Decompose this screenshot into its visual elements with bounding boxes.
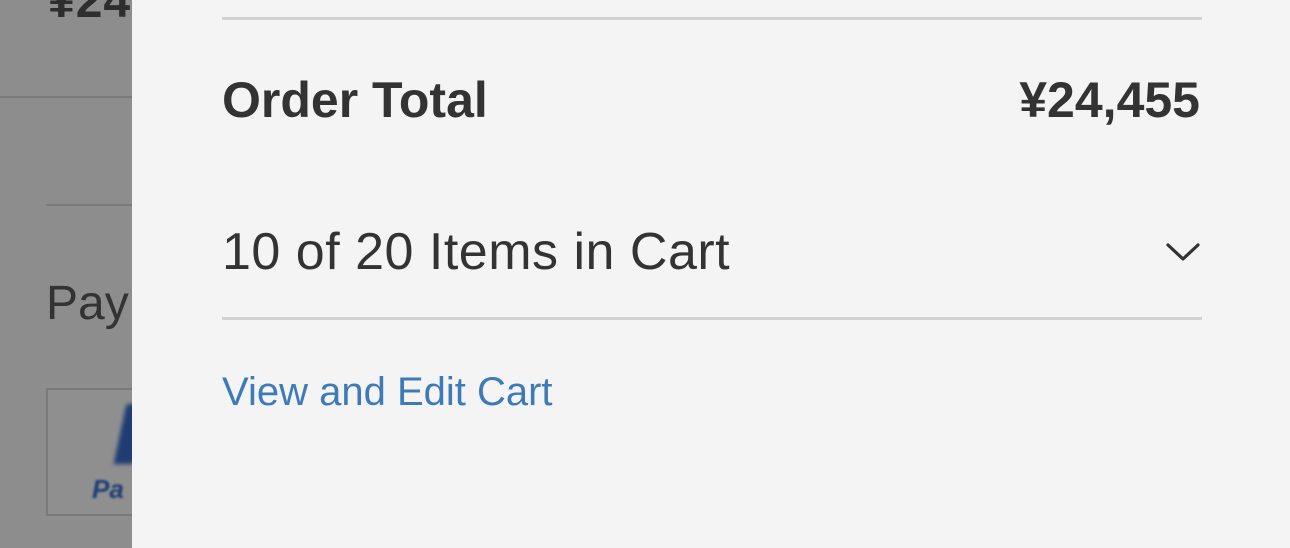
background-divider: [46, 204, 146, 206]
order-total-value: ¥24,455: [1019, 72, 1200, 128]
bottom-divider: [222, 317, 1202, 320]
background-payment-heading: Pay: [46, 277, 129, 330]
items-in-cart-toggle[interactable]: 10 of 20 Items in Cart: [222, 212, 1202, 292]
chevron-down-icon[interactable]: [1166, 235, 1200, 269]
items-in-cart-summary: 10 of 20 Items in Cart: [222, 223, 731, 281]
background-price: ¥24: [48, 0, 132, 28]
background-divider: [0, 96, 140, 98]
view-and-edit-cart-link[interactable]: View and Edit Cart: [222, 370, 553, 415]
order-total-row: Order Total ¥24,455: [222, 60, 1202, 140]
order-total-label: Order Total: [222, 72, 488, 128]
paypal-wordmark: Pa: [92, 474, 124, 504]
minicart-panel: Order Total ¥24,455 10 of 20 Items in Ca…: [132, 0, 1290, 548]
top-divider: [222, 17, 1202, 20]
